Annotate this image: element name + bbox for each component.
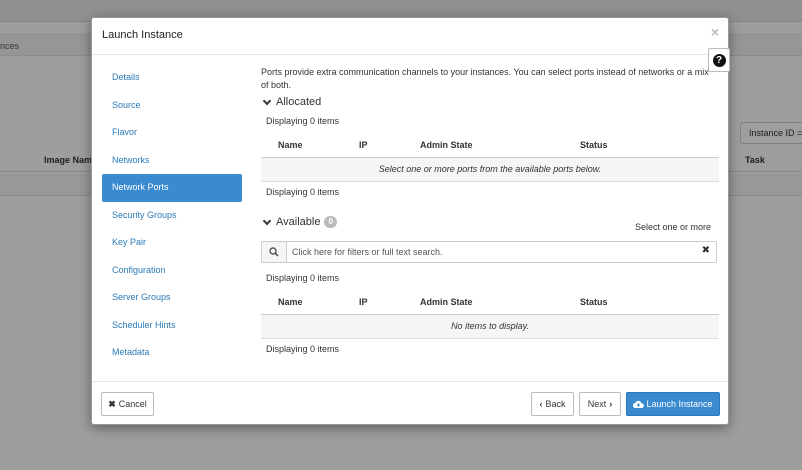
nav-item-configuration[interactable]: Configuration xyxy=(102,257,242,285)
chevron-down-icon xyxy=(262,96,272,105)
column-status[interactable]: Status xyxy=(580,290,719,315)
nav-item-server-groups[interactable]: Server Groups xyxy=(102,284,242,312)
available-table: Name IP Admin State Status No items to d… xyxy=(261,290,719,339)
cloud-upload-icon xyxy=(633,400,645,408)
close-icon: ✖ xyxy=(108,398,116,409)
network-ports-panel: Ports provide extra communication channe… xyxy=(260,64,720,354)
filter-search-bar: ✖ xyxy=(261,241,717,263)
clear-search-icon[interactable]: ✖ xyxy=(702,245,710,256)
chevron-right-icon: › xyxy=(609,399,613,409)
nav-item-scheduler-hints[interactable]: Scheduler Hints xyxy=(102,312,242,340)
intro-text: Ports provide extra communication channe… xyxy=(261,67,709,90)
column-status[interactable]: Status xyxy=(580,133,719,158)
column-ip[interactable]: IP xyxy=(359,290,420,315)
wizard-nav: Details Source Flavor Networks Network P… xyxy=(102,64,242,367)
cancel-label: Cancel xyxy=(118,399,147,409)
column-name[interactable]: Name xyxy=(261,290,359,315)
allocated-count-bottom: Displaying 0 items xyxy=(266,187,340,197)
nav-item-security-groups[interactable]: Security Groups xyxy=(102,202,242,230)
available-title: Available xyxy=(276,216,321,228)
select-hint: Select one or more xyxy=(634,222,711,232)
nav-item-details[interactable]: Details xyxy=(102,64,242,92)
launch-instance-modal: Launch Instance × ? Details Source Flavo… xyxy=(91,17,730,425)
modal-title: Launch Instance xyxy=(102,29,183,41)
available-count-top: Displaying 0 items xyxy=(266,273,340,283)
search-button[interactable] xyxy=(262,242,287,262)
allocated-table: Name IP Admin State Status Select one or… xyxy=(261,133,719,182)
available-count-bottom: Displaying 0 items xyxy=(266,344,340,354)
search-input[interactable] xyxy=(288,243,693,261)
nav-item-networks[interactable]: Networks xyxy=(102,147,242,175)
column-ip[interactable]: IP xyxy=(359,133,420,158)
chevron-down-icon xyxy=(262,216,272,225)
nav-item-key-pair[interactable]: Key Pair xyxy=(102,229,242,257)
next-label: Next xyxy=(587,399,607,409)
allocated-section-toggle[interactable]: Allocated xyxy=(262,96,321,108)
nav-item-source[interactable]: Source xyxy=(102,92,242,120)
column-admin-state[interactable]: Admin State xyxy=(420,290,580,315)
available-count-badge: 0 xyxy=(324,216,337,228)
column-name[interactable]: Name xyxy=(261,133,359,158)
allocated-table-header: Name IP Admin State Status xyxy=(261,133,719,158)
launch-instance-button[interactable]: Launch Instance xyxy=(626,392,720,416)
chevron-left-icon: ‹ xyxy=(539,399,543,409)
close-icon[interactable]: × xyxy=(711,25,719,39)
back-label: Back xyxy=(545,399,566,409)
back-button[interactable]: ‹ Back xyxy=(531,392,574,416)
search-icon xyxy=(269,247,279,257)
modal-header: Launch Instance × xyxy=(92,18,728,55)
column-admin-state[interactable]: Admin State xyxy=(420,133,580,158)
next-button[interactable]: Next › xyxy=(579,392,621,416)
available-section-toggle[interactable]: Available 0 xyxy=(262,216,337,228)
nav-item-network-ports[interactable]: Network Ports xyxy=(102,174,242,202)
allocated-empty-message: Select one or more ports from the availa… xyxy=(261,157,719,182)
nav-item-metadata[interactable]: Metadata xyxy=(102,339,242,367)
available-table-header: Name IP Admin State Status xyxy=(261,290,719,315)
launch-instance-label: Launch Instance xyxy=(646,399,713,409)
modal-footer: ✖ Cancel ‹ Back Next › Launch Instance xyxy=(92,381,728,425)
available-empty-message: No items to display. xyxy=(261,314,719,339)
nav-item-flavor[interactable]: Flavor xyxy=(102,119,242,147)
allocated-count-top: Displaying 0 items xyxy=(266,116,340,126)
allocated-title: Allocated xyxy=(276,96,322,108)
cancel-button[interactable]: ✖ Cancel xyxy=(101,392,154,416)
